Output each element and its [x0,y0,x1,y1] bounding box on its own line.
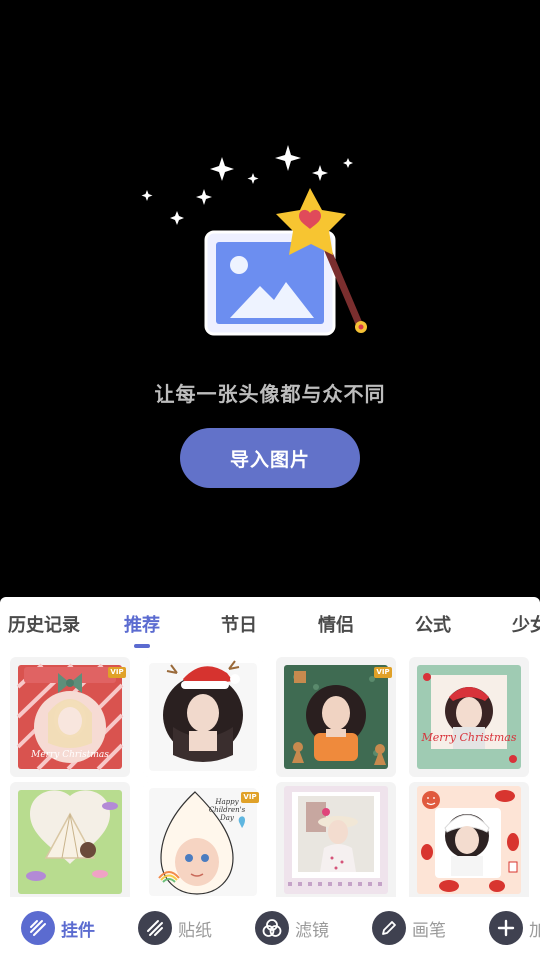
sticker-icon [138,911,172,945]
magic-photo-illustration [130,140,390,350]
cow-print-thumbnail [409,782,529,902]
tab-couple[interactable]: 情侣 [318,611,354,637]
tool-brush[interactable]: 画笔 [372,911,446,945]
brush-icon [372,911,406,945]
tab-holiday[interactable]: 节日 [221,611,257,637]
tool-sticker-label: 贴纸 [178,920,212,941]
template-polaroid[interactable] [276,782,396,902]
tool-brush-label: 画笔 [412,920,446,941]
tool-add-label: 加 [529,920,540,941]
hero-area: 让每一张头像都与众不同 导入图片 [0,0,540,597]
polaroid-thumbnail [276,782,396,902]
filter-icon [255,911,289,945]
tool-sticker[interactable]: 贴纸 [138,911,212,945]
template-tent-heart[interactable] [10,782,130,902]
tool-pendant-label: 挂件 [61,920,95,941]
christmas-wreath-thumbnail: Merry Christmas [409,657,529,777]
template-gingerbread[interactable]: VIP [276,657,396,777]
tent-heart-thumbnail [10,782,130,902]
bottom-toolbar: 挂件 贴纸 滤镜 画笔 加 [0,897,540,960]
template-christmas-bow[interactable]: Merry Christmas VIP [10,657,130,777]
template-childrens-day[interactable]: Happy Children's Day VIP [143,782,263,902]
tab-history[interactable]: 历史记录 [8,611,80,637]
pendant-icon [21,911,55,945]
svg-text:Happy: Happy [214,798,239,806]
tab-girl[interactable]: 少女 [512,611,540,637]
vip-badge: VIP [108,667,126,678]
tab-formula[interactable]: 公式 [415,611,451,637]
vip-badge: VIP [241,792,259,803]
tagline-text: 让每一张头像都与众不同 [154,382,386,406]
active-tab-indicator [134,644,150,648]
add-icon [489,911,523,945]
vip-badge: VIP [374,667,392,678]
santa-hat-thumbnail [143,657,263,777]
svg-text:Day: Day [219,814,235,822]
template-sheet: 历史记录 推荐 节日 情侣 公式 少女 Merry Christmas VIP [0,597,540,960]
svg-text:Merry Christmas: Merry Christmas [421,731,517,744]
template-cow-print[interactable] [409,782,529,902]
template-santa-hat[interactable] [143,657,263,777]
category-tabs: 历史记录 推荐 节日 情侣 公式 少女 [0,597,540,649]
svg-text:Merry Christmas: Merry Christmas [30,750,109,760]
tool-filter[interactable]: 滤镜 [255,911,329,945]
import-image-button[interactable]: 导入图片 [180,428,360,488]
tool-add[interactable]: 加 [489,911,540,945]
tab-recommended[interactable]: 推荐 [124,611,160,637]
tool-pendant[interactable]: 挂件 [21,911,95,945]
tool-filter-label: 滤镜 [295,920,329,941]
svg-text:Children's: Children's [209,806,246,814]
template-christmas-wreath[interactable]: Merry Christmas [409,657,529,777]
